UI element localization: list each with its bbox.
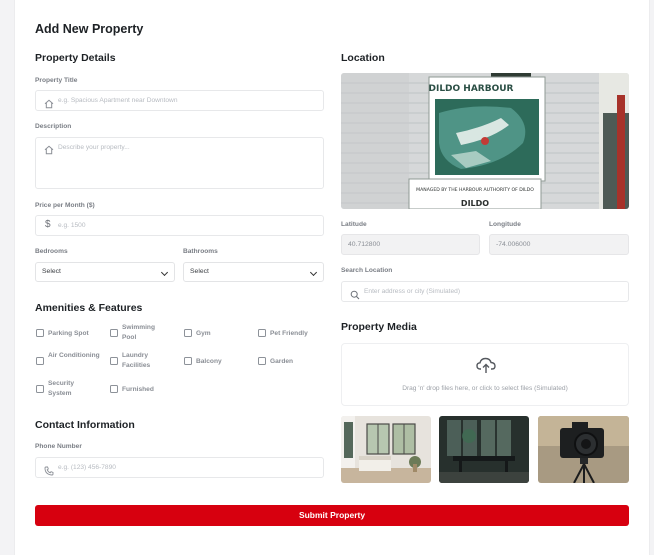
parking-spot-label: Parking Spot <box>48 330 89 337</box>
air-conditioning-label: Air Conditioning <box>48 352 100 359</box>
chevron-down-icon <box>309 268 318 277</box>
price-input[interactable]: $ e.g. 1500 <box>35 215 324 236</box>
description-placeholder: Describe your property... <box>58 144 130 151</box>
property-media-heading: Property Media <box>341 321 417 333</box>
balcony-label: Balcony <box>196 358 222 365</box>
longitude-label: Longitude <box>489 221 521 228</box>
bathrooms-value: Select <box>190 268 209 275</box>
longitude-field: -74.006000 <box>489 234 629 255</box>
phone-placeholder: e.g. (123) 456-7890 <box>58 464 116 471</box>
property-title-input[interactable]: e.g. Spacious Apartment near Downtown <box>35 90 324 111</box>
bedroom-photo-thumbnail[interactable] <box>341 416 431 483</box>
property-title-label: Property Title <box>35 77 78 84</box>
phone-label: Phone Number <box>35 443 82 450</box>
security-system-checkbox[interactable] <box>36 385 44 393</box>
air-conditioning-checkbox[interactable] <box>36 357 44 365</box>
price-label: Price per Month ($) <box>35 202 95 209</box>
dining-room-photo-thumbnail[interactable] <box>439 416 529 483</box>
latitude-value: 40.712800 <box>348 241 381 248</box>
camera-photo-thumbnail[interactable] <box>538 416 629 483</box>
pet-friendly-label: Pet Friendly <box>270 330 308 337</box>
description-label: Description <box>35 123 72 130</box>
garden-checkbox[interactable] <box>258 357 266 365</box>
latitude-field: 40.712800 <box>341 234 480 255</box>
search-location-input[interactable]: Enter address or city (Simulated) <box>341 281 629 302</box>
sign-subtitle-text: MANAGED BY THE HARBOUR AUTHORITY OF DILD… <box>416 187 534 193</box>
swimming-pool-checkbox[interactable] <box>110 329 118 337</box>
sign-bottom-text: DILDO <box>461 199 489 208</box>
chevron-down-icon <box>160 268 169 277</box>
sign-title-text: DILDO HARBOUR <box>429 84 514 94</box>
amenities-heading: Amenities & Features <box>35 302 143 314</box>
phone-icon <box>44 463 54 481</box>
garden-label: Garden <box>270 358 294 365</box>
price-placeholder: e.g. 1500 <box>58 222 86 229</box>
submit-property-button[interactable]: Submit Property <box>35 505 629 526</box>
bedrooms-label: Bedrooms <box>35 248 68 255</box>
location-map-image: DILDO HARBOUR MANAGED BY THE HARBOUR AUT… <box>341 73 629 209</box>
bedrooms-value: Select <box>42 268 61 275</box>
furnished-checkbox[interactable] <box>110 385 118 393</box>
media-dropzone[interactable]: Drag 'n' drop files here, or click to se… <box>341 343 629 406</box>
upload-cloud-icon <box>476 357 496 379</box>
latitude-label: Latitude <box>341 221 367 228</box>
property-details-heading: Property Details <box>35 52 116 64</box>
property-title-placeholder: e.g. Spacious Apartment near Downtown <box>58 97 178 104</box>
contact-heading: Contact Information <box>35 419 135 431</box>
parking-spot-checkbox[interactable] <box>36 329 44 337</box>
dollar-icon: $ <box>45 219 51 230</box>
pet-friendly-checkbox[interactable] <box>258 329 266 337</box>
search-location-placeholder: Enter address or city (Simulated) <box>364 288 461 295</box>
search-icon <box>350 287 360 305</box>
gym-checkbox[interactable] <box>184 329 192 337</box>
form-card: Add New Property Property Details Proper… <box>14 0 650 555</box>
laundry-facilities-label: Laundry Facilities <box>122 352 151 369</box>
home-icon <box>44 96 54 114</box>
home-icon <box>44 142 54 160</box>
bedrooms-select[interactable]: Select <box>35 262 175 282</box>
phone-input[interactable]: e.g. (123) 456-7890 <box>35 457 324 478</box>
bathrooms-label: Bathrooms <box>183 248 218 255</box>
dropzone-text: Drag 'n' drop files here, or click to se… <box>402 385 568 392</box>
page-title: Add New Property <box>35 22 144 36</box>
gym-label: Gym <box>196 330 211 337</box>
swimming-pool-label: Swimming Pool <box>122 324 155 341</box>
search-location-label: Search Location <box>341 267 393 274</box>
balcony-checkbox[interactable] <box>184 357 192 365</box>
location-heading: Location <box>341 52 385 64</box>
security-system-label: Security System <box>48 380 75 397</box>
laundry-facilities-checkbox[interactable] <box>110 357 118 365</box>
longitude-value: -74.006000 <box>496 241 531 248</box>
description-textarea[interactable]: Describe your property... <box>35 137 324 189</box>
bathrooms-select[interactable]: Select <box>183 262 324 282</box>
furnished-label: Furnished <box>122 386 154 393</box>
